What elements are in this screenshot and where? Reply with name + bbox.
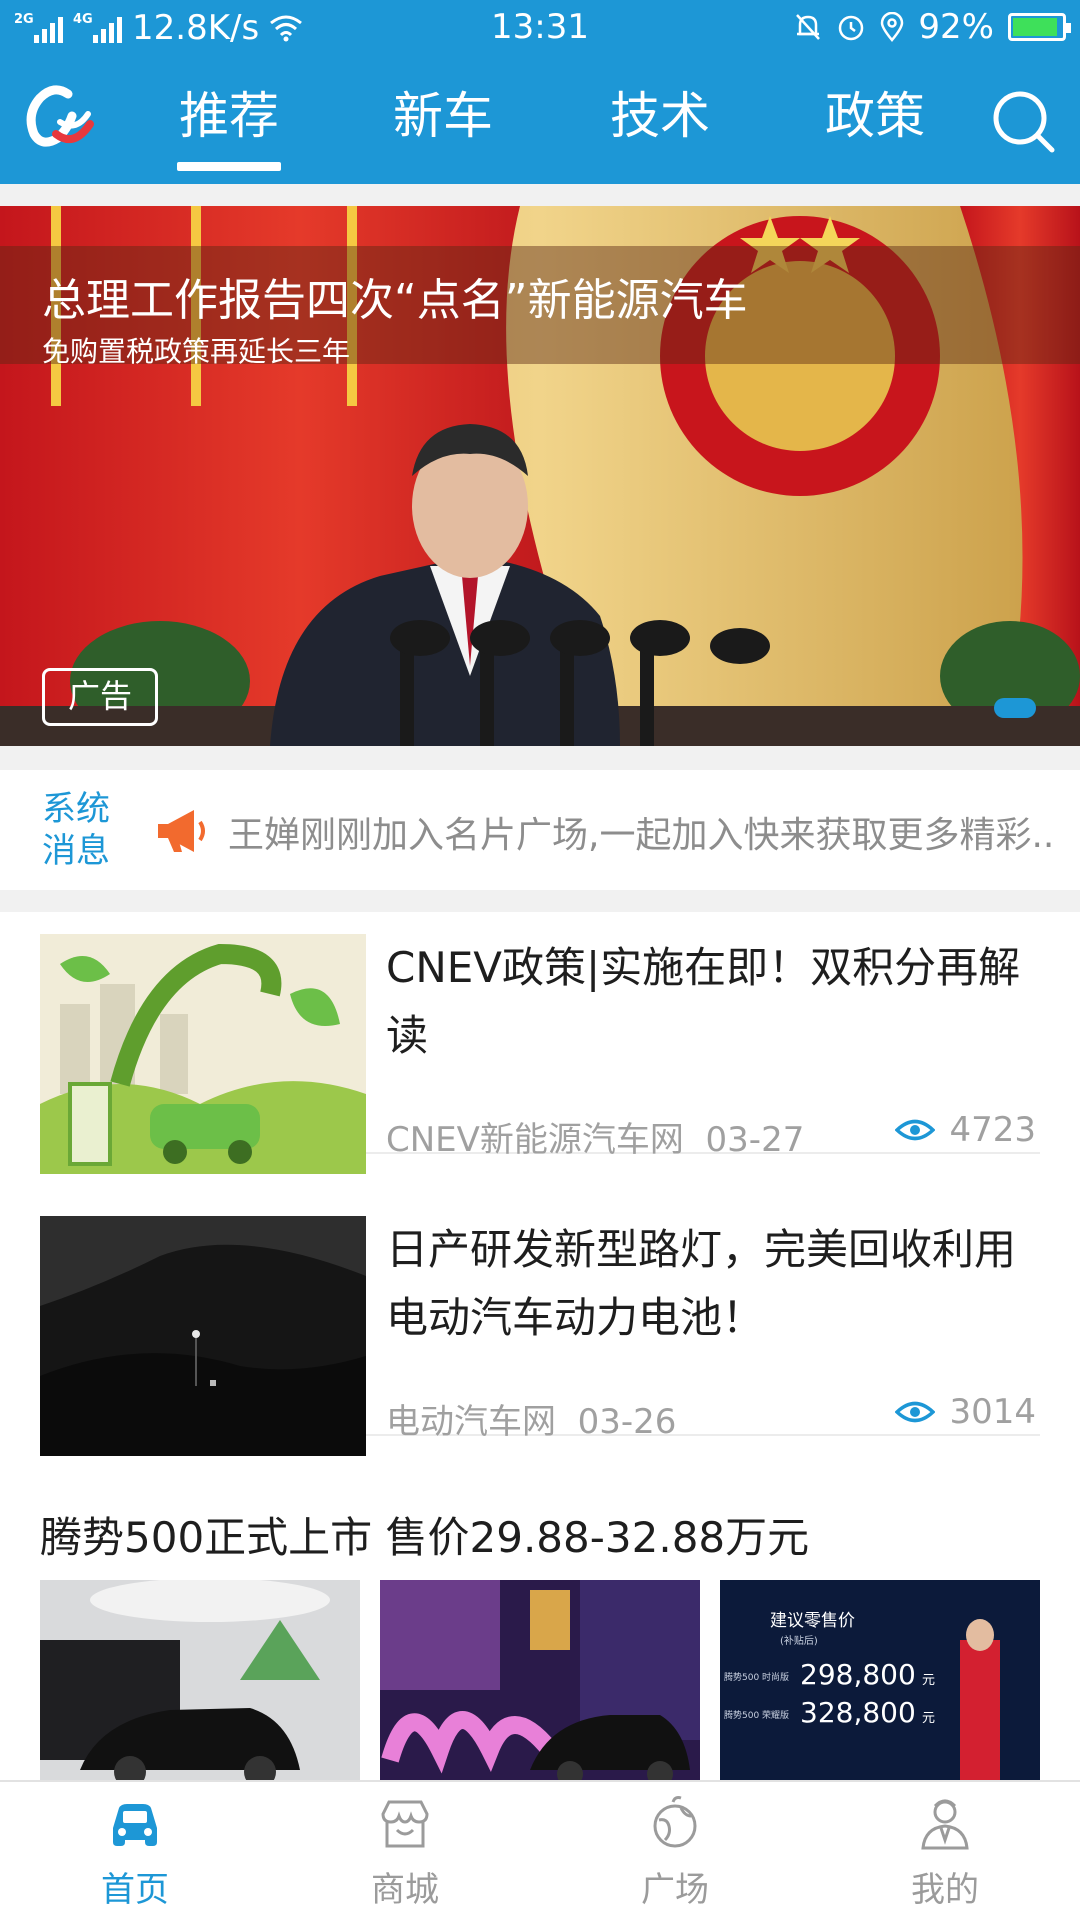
gallery-image[interactable]: 建议零售价 (补贴后) 腾势500 时尚版 298,800 元 腾势500 荣耀… [720,1580,1040,1782]
system-message-text: 王婵刚刚加入名片广场,一起加入快来获取更多精彩... [228,815,1058,856]
view-count-value: 4723 [949,1110,1036,1150]
news-title: 日产研发新型路灯，完美回收利用电动汽车动力电池！ [386,1225,1017,1342]
gallery-image[interactable] [40,1580,360,1782]
news-source: CNEV新能源汽车网 [386,1120,684,1160]
news-title: CNEV政策|实施在即！双积分再解读 [386,943,1021,1060]
battery-percent: 92% [918,7,994,47]
battery-icon [1008,13,1071,41]
nav-plaza[interactable]: 广场 [585,1794,765,1911]
tab-policy[interactable]: 政策 [810,86,940,146]
tab-technology[interactable]: 技术 [595,86,725,146]
store-icon [381,1800,429,1848]
banner-subtitle: 免购置税政策再延长三年 [42,335,351,368]
news-date: 03-27 [705,1120,805,1160]
price-note: (补贴后) [780,1634,818,1647]
news-item[interactable]: CNEV政策|实施在即！双积分再解读 CNEV新能源汽车网 03-27 4723 [40,912,1040,1174]
banner-title: 总理工作报告四次“点名”新能源汽车 [42,275,748,326]
user-icon [921,1799,969,1850]
tab-new-cars[interactable]: 新车 [378,86,508,146]
car-icon [113,1804,157,1846]
nav-store-label: 商城 [371,1870,439,1910]
price-value: 298,800 [800,1658,916,1691]
nav-plaza-label: 广场 [641,1870,709,1910]
status-right: 92% [794,7,1071,47]
price-value: 328,800 [800,1696,916,1729]
news-meta: CNEV新能源汽车网 03-27 [386,1112,804,1161]
alarm-icon [839,15,864,41]
system-message-label: 系统消息 [42,789,110,871]
view-count: 3014 [895,1392,1036,1432]
carousel-indicator[interactable] [994,698,1036,718]
app-logo[interactable] [16,76,102,162]
megaphone-icon [158,810,205,852]
gallery-image[interactable] [380,1580,700,1782]
location-icon [881,12,904,42]
news-list: CNEV政策|实施在即！双积分再解读 CNEV新能源汽车网 03-27 4723… [0,912,1080,1782]
price-label: 腾势500 时尚版 [724,1671,789,1683]
price-label: 腾势500 荣耀版 [724,1709,789,1721]
top-nav: 推荐 新车 技术 政策 [0,54,1080,184]
eye-icon [895,1401,936,1423]
nav-home-label: 首页 [101,1870,169,1910]
system-message-bar[interactable]: 系统消息 王婵刚刚加入名片广场,一起加入快来获取更多精彩... [0,770,1080,890]
view-count: 4723 [895,1110,1036,1150]
news-item[interactable]: 日产研发新型路灯，完美回收利用电动汽车动力电池！ 电动汽车网 03-26 301… [40,1194,1040,1456]
price-unit: 元 [922,1673,935,1688]
nav-profile-label: 我的 [911,1870,979,1910]
nav-store[interactable]: 商城 [315,1794,495,1911]
battery-fill [1013,18,1058,36]
ad-badge: 广告 [42,668,158,726]
news-source: 电动汽车网 [386,1402,556,1442]
price-unit: 元 [922,1711,935,1726]
nav-home[interactable]: 首页 [45,1794,225,1911]
nav-profile[interactable]: 我的 [855,1794,1035,1911]
gallery-title[interactable]: 腾势500正式上市 售价29.88-32.88万元 [40,1504,809,1565]
news-meta: 电动汽车网 03-26 [386,1394,676,1443]
bottom-nav: 首页 商城 广场 我的 [0,1780,1080,1920]
status-bar: 2G 4G 12.8K/s 13:31 92% [0,0,1080,54]
mute-bell-icon [796,14,821,40]
news-thumbnail [40,1216,366,1456]
hero-banner[interactable]: 总理工作报告四次“点名”新能源汽车 免购置税政策再延长三年 广告 [0,206,1080,746]
view-count-value: 3014 [949,1392,1036,1432]
globe-icon [653,1796,697,1848]
search-icon[interactable] [990,88,1056,154]
tab-recommend[interactable]: 推荐 [164,86,294,171]
news-date: 03-26 [577,1402,677,1442]
price-caption: 建议零售价 [770,1611,855,1631]
photo-gallery: 建议零售价 (补贴后) 腾势500 时尚版 298,800 元 腾势500 荣耀… [40,1580,1040,1782]
eye-icon [895,1119,936,1141]
news-thumbnail [40,934,366,1174]
